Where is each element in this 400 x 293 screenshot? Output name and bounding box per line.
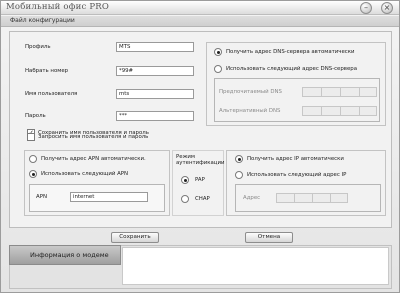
apn-auto-radio[interactable] xyxy=(29,155,37,163)
ip-manual-label: Использовать следующий адрес IP xyxy=(247,172,347,178)
dns-manual-label: Использовать следующий адрес DNS-сервера xyxy=(226,66,358,72)
dial-number-input[interactable]: *99# xyxy=(116,66,194,76)
dns-address-box: Предпочитаемый DNS Альтернативный DNS xyxy=(214,78,380,122)
ip-address-label: Адрес xyxy=(243,195,261,201)
dns-group: Получить адрес DNS-сервера автоматически… xyxy=(206,42,386,126)
username-input[interactable]: mts xyxy=(116,89,194,99)
dns-manual-radio[interactable] xyxy=(214,65,222,73)
modem-info-label: Информация о модеме xyxy=(30,251,109,259)
profile-label: Профиль xyxy=(25,44,51,50)
dns-auto-radio[interactable] xyxy=(214,48,222,56)
ip-manual-radio[interactable] xyxy=(235,171,243,179)
section-title: Файл конфигурации xyxy=(10,17,75,24)
profile-input[interactable]: MTS xyxy=(116,42,194,52)
modem-info-tab[interactable]: Информация о модеме xyxy=(9,245,121,265)
apn-label: APN xyxy=(36,194,47,200)
alternate-dns-input[interactable] xyxy=(302,106,377,116)
cancel-button[interactable]: Отмена xyxy=(245,232,293,243)
apn-manual-radio[interactable] xyxy=(29,170,37,178)
pap-radio[interactable] xyxy=(181,176,189,184)
apn-manual-label: Использовать следующий APN xyxy=(41,171,129,177)
modem-info-content xyxy=(122,247,389,285)
apn-group: Получить адрес APN автоматически. Исполь… xyxy=(24,150,170,216)
ip-auto-radio[interactable] xyxy=(235,155,243,163)
ip-group: Получить адрес IP автоматически Использо… xyxy=(226,150,386,216)
app-title: Мобильный офис PRO xyxy=(6,2,110,12)
apn-auto-label: Получить адрес APN автоматически. xyxy=(41,156,146,162)
dial-number-label: Набрать номер xyxy=(25,68,69,74)
ask-credentials-label: Запросить имя пользователя и пароль xyxy=(38,134,149,140)
preferred-dns-label: Предпочитаемый DNS xyxy=(219,89,282,95)
config-panel: Профиль MTS Набрать номер *99# Имя польз… xyxy=(9,31,392,228)
preferred-dns-input[interactable] xyxy=(302,87,377,97)
apn-box: APN internet xyxy=(29,184,165,212)
ip-address-box: Адрес xyxy=(235,184,381,212)
app-window: Мобильный офис PRO – × Файл конфигурации… xyxy=(0,0,400,293)
auth-title: Режим аутентификации xyxy=(176,154,225,166)
ip-auto-label: Получить адрес IP автоматически xyxy=(247,156,344,162)
password-label: Пароль xyxy=(25,113,46,119)
minimize-icon[interactable]: – xyxy=(360,2,372,14)
ip-address-input[interactable] xyxy=(276,193,348,203)
username-label: Имя пользователя xyxy=(25,91,78,97)
save-button[interactable]: Сохранить xyxy=(111,232,159,243)
apn-input[interactable]: internet xyxy=(70,192,148,202)
chap-label: CHAP xyxy=(195,196,210,202)
profile-group: Профиль MTS Набрать номер *99# Имя польз… xyxy=(22,40,203,143)
chap-radio[interactable] xyxy=(181,195,189,203)
title-bar[interactable]: Мобильный офис PRO – × xyxy=(1,1,399,15)
dns-auto-label: Получить адрес DNS-сервера автоматически xyxy=(226,49,355,55)
ask-credentials-checkbox[interactable] xyxy=(27,133,35,141)
password-input[interactable]: *** xyxy=(116,111,194,121)
close-icon[interactable]: × xyxy=(381,2,393,14)
pap-label: PAP xyxy=(195,177,205,183)
alternate-dns-label: Альтернативный DNS xyxy=(219,108,281,114)
section-header: Файл конфигурации xyxy=(1,16,399,27)
auth-group: Режим аутентификации PAP CHAP xyxy=(172,150,224,216)
